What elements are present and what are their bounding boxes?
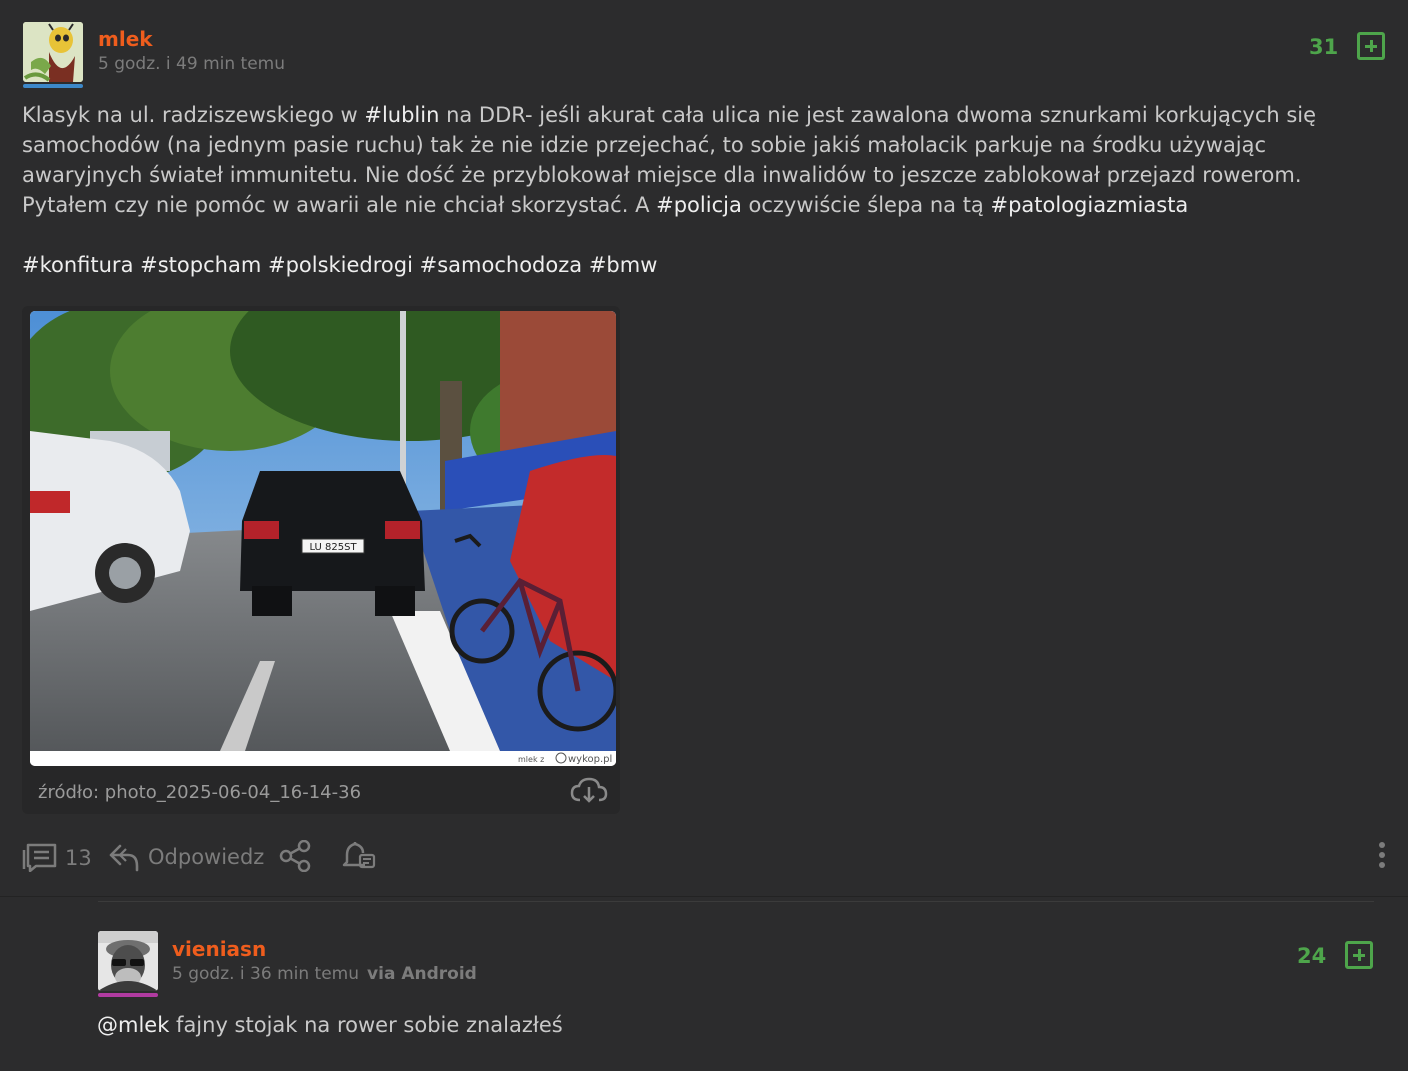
comment-text: fajny stojak na rower sobie znalazłeś <box>169 1013 563 1037</box>
watermark-user: mlek z <box>518 755 544 764</box>
notification-bell-icon[interactable] <box>341 838 377 872</box>
comment-avatar-rank-bar <box>98 993 158 997</box>
tag-link[interactable]: #samochodoza <box>420 253 582 277</box>
share-icon[interactable] <box>278 840 312 872</box>
comments-count: 13 <box>65 846 92 870</box>
image-source-label: źródło: photo_2025-06-04_16-14-36 <box>38 782 362 803</box>
comments-button[interactable]: 13 <box>22 840 92 874</box>
reply-button[interactable]: Odpowiedz <box>108 840 268 874</box>
comments-divider <box>98 901 1374 902</box>
download-icon[interactable] <box>570 776 608 806</box>
body-text-part: Klasyk na ul. radziszewskiego w <box>22 103 365 127</box>
comment-vote-count: 24 <box>1297 944 1327 968</box>
avatar-rank-bar <box>23 84 83 88</box>
tag-link[interactable]: #stopcham <box>140 253 261 277</box>
tag-link[interactable]: #konfitura <box>22 253 133 277</box>
author-avatar[interactable] <box>23 22 83 82</box>
tag-link-lublin[interactable]: #lublin <box>364 103 439 127</box>
tag-link[interactable]: #bmw <box>589 253 658 277</box>
mention-link[interactable]: @mlek <box>97 1013 169 1037</box>
more-options-icon[interactable] <box>1374 840 1390 870</box>
image-embed: LU 825ST mlek z wykop.pl źródło: photo_2… <box>22 306 620 814</box>
watermark-site: wykop.pl <box>568 754 612 765</box>
entry-post: mlek 5 godz. i 49 min temu 31 Klasyk na … <box>0 0 1408 897</box>
author-username[interactable]: mlek <box>98 27 153 51</box>
comment-timestamp: 5 godz. i 36 min temu via Android <box>172 964 477 984</box>
reply-label: Odpowiedz <box>148 845 265 869</box>
license-plate: LU 825ST <box>309 542 357 553</box>
comment-upvote-button[interactable] <box>1345 941 1373 969</box>
post-photo[interactable]: LU 825ST mlek z wykop.pl <box>30 311 616 766</box>
comment-author-avatar[interactable] <box>98 931 158 991</box>
tag-link-policja[interactable]: #policja <box>656 193 742 217</box>
comment-body: @mlek fajny stojak na rower sobie znalaz… <box>97 1011 563 1039</box>
tag-link[interactable]: #polskiedrogi <box>268 253 413 277</box>
vote-count: 31 <box>1309 35 1339 59</box>
tag-link-patologiazmiasta[interactable]: #patologiazmiasta <box>990 193 1188 217</box>
comment-time-link[interactable]: 5 godz. i 36 min temu <box>172 964 359 984</box>
body-text-part: oczywiście ślepa na tą <box>741 193 991 217</box>
comment-via-label: via Android <box>367 964 477 984</box>
upvote-button[interactable] <box>1357 32 1385 60</box>
post-body: Klasyk na ul. radziszewskiego w #lublin … <box>22 100 1392 280</box>
comments-icon <box>22 842 58 872</box>
comment-author-username[interactable]: vieniasn <box>172 937 266 961</box>
reply-icon <box>108 842 140 872</box>
post-timestamp[interactable]: 5 godz. i 49 min temu <box>98 54 285 74</box>
